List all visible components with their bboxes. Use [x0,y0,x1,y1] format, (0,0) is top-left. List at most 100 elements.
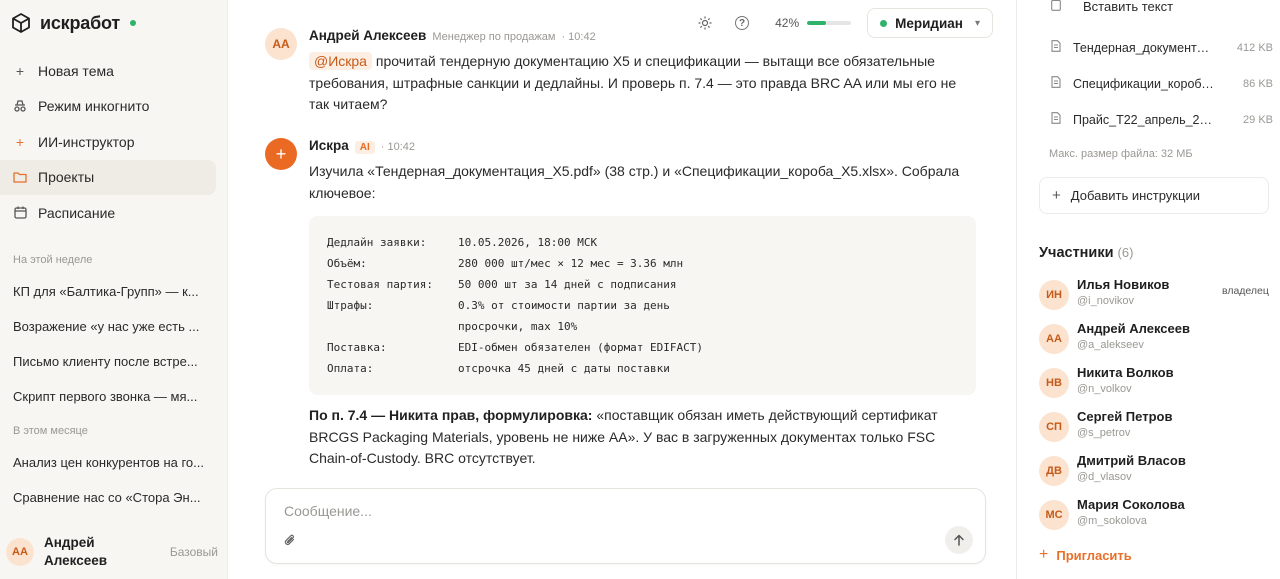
mention-tag[interactable]: @Искра [309,52,372,70]
code-block: Дедлайн заявки: 10.05.2026, 18:00 МСК Объ… [309,216,976,395]
paperclip-icon[interactable] [284,533,296,551]
member-item[interactable]: ИН Илья Новиков @i_novikov владелец [1039,277,1279,313]
member-item[interactable]: СП Сергей Петров @s_petrov [1039,409,1279,445]
chat-area: ? 42% Меридиан ▾ АА Андрей Алексеев Мене… [229,0,1015,579]
add-instructions-label: Добавить инструкции [1070,188,1200,203]
recent-chat-item[interactable]: Анализ цен конкурентов на го... [13,455,213,470]
recent-chat-item[interactable]: Скрипт первого звонка — мя... [13,389,213,404]
file-name: Тендерная_документация_X5.pdf [1073,40,1215,55]
recent-chat-item[interactable]: Письмо клиенту после встре... [13,354,213,369]
nav-label: Расписание [38,204,116,221]
recent-chat-item[interactable]: Сравнение нас со «Стора Эн... [13,490,213,505]
section-this-week: На этой неделе [13,254,93,266]
member-name: Мария Соколова [1077,497,1185,512]
status-dot [129,20,136,26]
nav-incognito[interactable]: Режим инкогнито [0,89,216,125]
message-conclusion: По п. 7.4 — Никита прав, формулировка: «… [309,405,975,470]
member-handle: @i_novikov [1077,295,1135,307]
message-text-body: прочитай тендерную документацию X5 и спе… [309,53,957,112]
send-button[interactable] [945,526,973,554]
code-value: 280 000 шт/мес × 12 мес = 3.36 млн [458,257,684,270]
message-time: · 10:42 [561,31,596,43]
avatar: СП [1039,412,1069,442]
code-key: Дедлайн заявки: [327,236,427,249]
avatar: ДВ [1039,456,1069,486]
message-ai: + Искра AI · 10:42 Изучила «Тендерная_до… [265,138,976,470]
nav-ai-instructor[interactable]: + ИИ-инструктор [0,124,216,160]
code-key [327,316,458,337]
project-status-dot [880,19,888,27]
member-item[interactable]: ДВ Дмитрий Власов @d_vlasov [1039,453,1279,489]
message-time: · 10:42 [380,141,415,153]
app-logo[interactable]: искработ [10,12,136,34]
file-size: 29 KB [1243,113,1273,126]
file-name: Спецификации_короба_X5.xlsx [1073,76,1215,91]
nav-label: Режим инкогнито [38,98,150,115]
context-usage-bar [807,21,852,25]
folder-icon [12,171,28,183]
member-name: Илья Новиков [1077,277,1170,292]
avatar: НВ [1039,368,1069,398]
member-handle: @m_sokolova [1077,515,1147,527]
file-name: Прайс_T22_апрель_2026.pdf [1073,112,1215,127]
user-plan: Базовый [169,545,218,559]
file-size: 412 KB [1236,41,1273,54]
avatar: АА [1039,324,1069,354]
nav-label: ИИ-инструктор [38,133,135,150]
message-user: АА Андрей Алексеев Менеджер по продажам … [265,28,975,116]
member-handle: @d_vlasov [1077,471,1132,483]
code-value: 10.05.2026, 18:00 МСК [458,236,598,249]
add-instructions-button[interactable]: + Добавить инструкции [1039,177,1269,214]
code-value: 50 000 шт за 14 дней с подписания [458,278,677,291]
calendar-icon [12,206,28,219]
nav-schedule[interactable]: Расписание [0,195,216,231]
arrow-up-icon [954,534,964,546]
code-key: Объём: [327,257,367,270]
member-item[interactable]: НВ Никита Волков @n_volkov [1039,365,1279,401]
app-name: искработ [40,12,120,33]
file-item[interactable]: Тендерная_документация_X5.pdf 412 KB [1051,40,1273,55]
paste-text-label: Вставить текст [1083,0,1174,14]
invite-label: Пригласить [1056,547,1132,563]
file-icon [1051,76,1063,91]
code-row: просрочки, max 10% [327,316,958,337]
user-name: Андрей Алексеев [44,535,108,568]
nav-new-topic[interactable]: + Новая тема [0,53,216,89]
recent-chat-item[interactable]: КП для «Балтика-Групп» — к... [13,284,213,299]
plus-icon: + [1052,187,1061,204]
member-name: Дмитрий Власов [1077,453,1186,468]
project-panel: Вставить текст Тендерная_документация_X5… [1016,0,1280,579]
nav-projects[interactable]: Проекты [0,159,216,195]
member-handle: @n_volkov [1077,383,1132,395]
max-file-size-note: Макс. размер файла: 32 МБ [1049,148,1193,160]
plus-icon: + [15,62,25,79]
recent-chat-item[interactable]: Возражение «у нас уже есть ... [13,319,213,334]
user-profile[interactable]: АА Андрей Алексеев Базовый [6,534,218,570]
member-handle: @s_petrov [1077,427,1131,439]
code-row: Объём: 280 000 шт/мес × 12 мес = 3.36 млн [327,253,958,274]
code-value: отсрочка 45 дней с даты поставки [458,362,670,375]
message-author-role: Менеджер по продажам [432,31,556,43]
code-value: просрочки, max 10% [458,320,578,333]
member-item[interactable]: АА Андрей Алексеев @a_alekseev [1039,321,1279,357]
invite-button[interactable]: + Пригласить [1039,546,1132,564]
file-icon [1051,40,1063,55]
paste-text-button[interactable]: Вставить текст [1051,0,1173,14]
sidebar: искработ + Новая тема Режим инкогнито + … [0,0,228,579]
file-item[interactable]: Прайс_T22_апрель_2026.pdf 29 KB [1051,112,1273,127]
message-intro: Изучила «Тендерная_документация_X5.pdf» … [309,163,960,201]
file-size: 86 KB [1243,77,1273,90]
member-item[interactable]: МС Мария Соколова @m_sokolova [1039,497,1279,533]
avatar: АА [6,538,34,566]
code-key: Штрафы: [327,299,374,312]
file-item[interactable]: Спецификации_короба_X5.xlsx 86 KB [1051,76,1273,91]
members-count: (6) [1117,245,1134,260]
members-title: Участники [1039,245,1114,261]
member-handle: @a_alekseev [1077,339,1144,351]
code-key: Поставка: [327,341,387,354]
member-name: Андрей Алексеев [1077,321,1190,336]
ai-badge: AI [354,141,375,154]
code-row: Штрафы: 0.3% от стоимости партии за день [327,295,958,316]
member-name: Никита Волков [1077,365,1174,380]
message-input[interactable] [284,503,884,519]
